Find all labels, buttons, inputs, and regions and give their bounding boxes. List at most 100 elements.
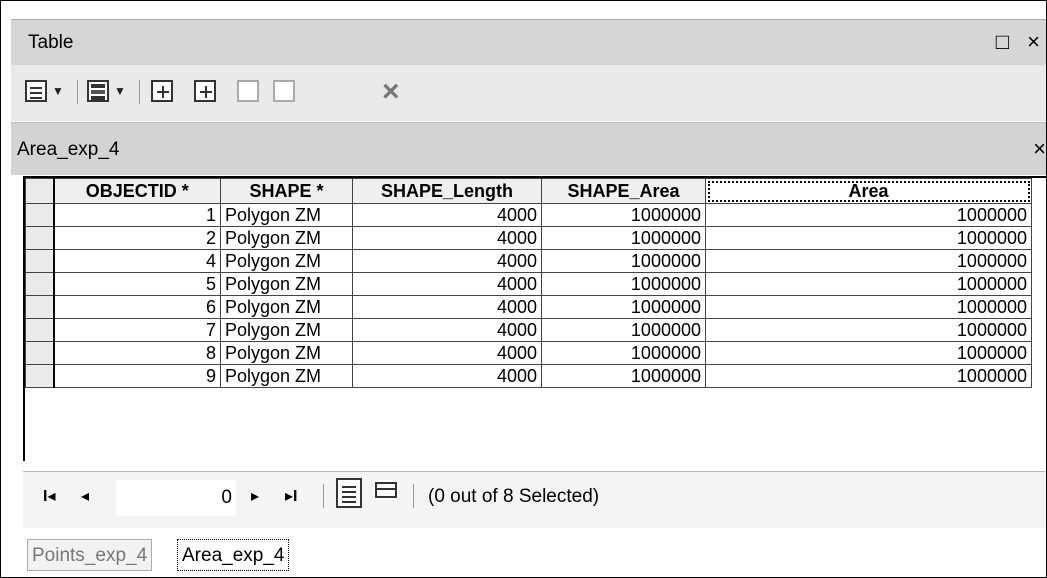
- table-row[interactable]: 9 Polygon ZM 4000 1000000 1000000: [25, 364, 1032, 388]
- delete-selected-icon[interactable]: ×: [382, 75, 400, 109]
- tab-area-exp-4[interactable]: Area_exp_4: [177, 539, 290, 571]
- cell-shape[interactable]: Polygon ZM: [220, 318, 353, 342]
- table-tab-header: Area_exp_4 ×: [11, 122, 1046, 175]
- switch-selection-icon: [194, 80, 216, 102]
- row-selector[interactable]: [25, 341, 55, 365]
- table-header-row: OBJECTID * SHAPE * SHAPE_Length SHAPE_Ar…: [25, 178, 1032, 204]
- window-title: Table: [28, 32, 74, 53]
- column-header-objectid[interactable]: OBJECTID *: [53, 178, 221, 204]
- related-tables-button[interactable]: ▼: [87, 80, 126, 102]
- select-by-attributes-button[interactable]: [151, 80, 173, 102]
- row-selector[interactable]: [25, 249, 55, 273]
- cell-objectid[interactable]: 8: [53, 341, 221, 365]
- cell-shape-area[interactable]: 1000000: [541, 272, 706, 296]
- first-record-icon[interactable]: I◂: [43, 486, 55, 506]
- cell-objectid[interactable]: 7: [53, 318, 221, 342]
- cell-area[interactable]: 1000000: [705, 203, 1032, 227]
- attribute-table: OBJECTID * SHAPE * SHAPE_Length SHAPE_Ar…: [25, 178, 1032, 388]
- cell-shape[interactable]: Polygon ZM: [220, 203, 353, 227]
- cell-shape[interactable]: Polygon ZM: [220, 249, 353, 273]
- table-row[interactable]: 2 Polygon ZM 4000 1000000 1000000: [25, 226, 1032, 250]
- row-selector[interactable]: [25, 364, 55, 388]
- cell-shape-length[interactable]: 4000: [352, 249, 542, 273]
- row-selector[interactable]: [25, 295, 55, 319]
- cell-objectid[interactable]: 5: [53, 272, 221, 296]
- table-window: Table □ × ▼ ▼ × Area_exp_4 × OBJECTID * …: [0, 0, 1047, 578]
- table-row[interactable]: 6 Polygon ZM 4000 1000000 1000000: [25, 295, 1032, 319]
- close-icon[interactable]: ×: [1033, 136, 1046, 162]
- record-navigation-bar: I◂ ◂ 0 ▸ ▸I (0 out of 8 Selected): [23, 471, 1046, 528]
- cell-shape-area[interactable]: 1000000: [541, 249, 706, 273]
- select-by-attributes-icon: [151, 80, 173, 102]
- attribute-grid: OBJECTID * SHAPE * SHAPE_Length SHAPE_Ar…: [23, 176, 1046, 461]
- nav-separator: [413, 484, 414, 508]
- cell-area[interactable]: 1000000: [705, 318, 1032, 342]
- cell-shape-area[interactable]: 1000000: [541, 364, 706, 388]
- cell-shape-length[interactable]: 4000: [352, 318, 542, 342]
- toolbar-separator: [139, 80, 140, 104]
- toolbar-separator: [77, 80, 78, 104]
- selection-status: (0 out of 8 Selected): [428, 486, 600, 507]
- cell-shape[interactable]: Polygon ZM: [220, 295, 353, 319]
- table-row[interactable]: 5 Polygon ZM 4000 1000000 1000000: [25, 272, 1032, 296]
- cell-area[interactable]: 1000000: [705, 364, 1032, 388]
- next-record-icon[interactable]: ▸: [251, 486, 259, 506]
- show-selected-records-button[interactable]: [373, 480, 399, 500]
- table-options-button[interactable]: ▼: [25, 80, 64, 102]
- select-all-cell[interactable]: [25, 178, 55, 204]
- cell-objectid[interactable]: 4: [53, 249, 221, 273]
- cell-area[interactable]: 1000000: [705, 226, 1032, 250]
- column-header-shape-length[interactable]: SHAPE_Length: [352, 178, 542, 204]
- chevron-down-icon: ▼: [52, 84, 64, 98]
- title-bar: Table □ ×: [11, 19, 1046, 65]
- column-header-shape-area[interactable]: SHAPE_Area: [541, 178, 706, 204]
- table-row[interactable]: 7 Polygon ZM 4000 1000000 1000000: [25, 318, 1032, 342]
- cell-shape-area[interactable]: 1000000: [541, 318, 706, 342]
- tab-points-exp-4[interactable]: Points_exp_4: [27, 539, 153, 571]
- cell-objectid[interactable]: 1: [53, 203, 221, 227]
- previous-record-icon[interactable]: ◂: [81, 486, 89, 506]
- cell-shape-area[interactable]: 1000000: [541, 295, 706, 319]
- cell-objectid[interactable]: 2: [53, 226, 221, 250]
- related-tables-icon: [87, 80, 109, 102]
- cell-area[interactable]: 1000000: [705, 272, 1032, 296]
- cell-shape[interactable]: Polygon ZM: [220, 226, 353, 250]
- cell-area[interactable]: 1000000: [705, 295, 1032, 319]
- cell-shape-area[interactable]: 1000000: [541, 341, 706, 365]
- column-header-area[interactable]: Area: [705, 178, 1032, 204]
- column-header-shape[interactable]: SHAPE *: [220, 178, 353, 204]
- chevron-down-icon: ▼: [114, 84, 126, 98]
- cell-shape-area[interactable]: 1000000: [541, 226, 706, 250]
- cell-shape-area[interactable]: 1000000: [541, 203, 706, 227]
- clear-selection-button[interactable]: [237, 80, 259, 102]
- row-selector[interactable]: [25, 226, 55, 250]
- cell-shape-length[interactable]: 4000: [352, 341, 542, 365]
- cell-area[interactable]: 1000000: [705, 249, 1032, 273]
- window-controls[interactable]: □ ×: [996, 29, 1046, 55]
- cell-shape-length[interactable]: 4000: [352, 203, 542, 227]
- row-selector[interactable]: [25, 272, 55, 296]
- cell-objectid[interactable]: 6: [53, 295, 221, 319]
- toolbar: ▼ ▼ ×: [11, 65, 1046, 121]
- table-row[interactable]: 4 Polygon ZM 4000 1000000 1000000: [25, 249, 1032, 273]
- switch-selection-button[interactable]: [194, 80, 216, 102]
- cell-shape[interactable]: Polygon ZM: [220, 272, 353, 296]
- cell-shape-length[interactable]: 4000: [352, 272, 542, 296]
- zoom-to-selected-icon: [273, 80, 295, 102]
- last-record-icon[interactable]: ▸I: [285, 486, 297, 506]
- row-selector[interactable]: [25, 203, 55, 227]
- cell-shape-length[interactable]: 4000: [352, 226, 542, 250]
- show-all-records-button[interactable]: [336, 478, 362, 508]
- table-row[interactable]: 1 Polygon ZM 4000 1000000 1000000: [25, 203, 1032, 227]
- cell-shape[interactable]: Polygon ZM: [220, 341, 353, 365]
- cell-shape-length[interactable]: 4000: [352, 364, 542, 388]
- cell-area[interactable]: 1000000: [705, 341, 1032, 365]
- cell-objectid[interactable]: 9: [53, 364, 221, 388]
- row-selector[interactable]: [25, 318, 55, 342]
- table-name: Area_exp_4: [17, 139, 120, 160]
- cell-shape[interactable]: Polygon ZM: [220, 364, 353, 388]
- cell-shape-length[interactable]: 4000: [352, 295, 542, 319]
- table-row[interactable]: 8 Polygon ZM 4000 1000000 1000000: [25, 341, 1032, 365]
- zoom-to-selected-button[interactable]: [273, 80, 295, 102]
- current-record-input[interactable]: 0: [116, 480, 236, 516]
